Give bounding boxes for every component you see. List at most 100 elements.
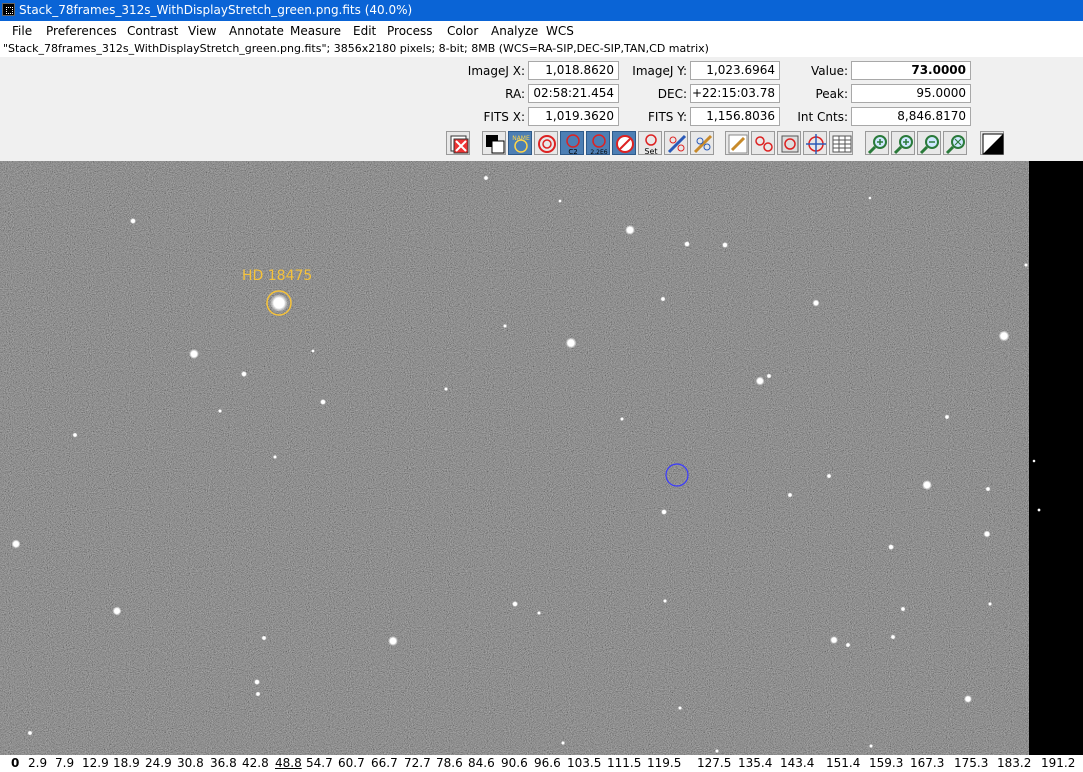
star-core <box>767 374 771 378</box>
multi-aperture-icon <box>755 136 773 152</box>
axis-tick: 54.7 <box>306 756 333 770</box>
edit-button[interactable] <box>725 131 749 155</box>
axis-tick: 159.3 <box>869 756 904 770</box>
edit-icon <box>728 134 748 154</box>
menu-preferences[interactable]: Preferences <box>45 21 118 41</box>
axis-tick: 42.8 <box>242 756 269 770</box>
multi-aperture-button[interactable] <box>751 131 775 155</box>
menu-color[interactable]: Color <box>446 21 479 41</box>
axis-tick: 135.4 <box>738 756 773 770</box>
star-core <box>757 378 763 384</box>
star-core <box>891 635 895 639</box>
app-icon <box>2 3 15 16</box>
star-core <box>255 680 259 684</box>
fits-x-label: FITS X: <box>483 110 525 124</box>
star-core <box>965 696 971 702</box>
menu-wcs[interactable]: WCS <box>545 21 575 41</box>
axis-tick: 175.3 <box>954 756 989 770</box>
zoom-in-button-2[interactable] <box>891 131 915 155</box>
value-label: Value: <box>811 64 848 78</box>
sky-noise <box>0 161 1029 755</box>
star-core <box>561 741 565 745</box>
star-core <box>218 409 222 413</box>
imagej-x-field: 1,018.8620 <box>528 61 619 80</box>
star-core <box>889 545 893 549</box>
svg-text:NAME: NAME <box>512 135 530 142</box>
axis-tick: 12.9 <box>82 756 109 770</box>
star-core <box>242 372 246 376</box>
star-core <box>273 455 277 459</box>
astrometry-button[interactable] <box>664 131 688 155</box>
clear-overlay-button[interactable] <box>446 131 470 155</box>
menu-annotate[interactable]: Annotate <box>228 21 285 41</box>
menu-analyze[interactable]: Analyze <box>490 21 539 41</box>
star-core <box>1000 332 1008 340</box>
zoom-fit-button[interactable] <box>943 131 967 155</box>
menu-view[interactable]: View <box>187 21 217 41</box>
fits-x-field: 1,019.3620 <box>528 107 619 126</box>
contrast-button[interactable] <box>980 131 1004 155</box>
star-core <box>273 297 285 309</box>
menu-edit[interactable]: Edit <box>352 21 377 41</box>
dec-field: +22:15:03.78 <box>690 84 780 103</box>
fits-y-label: FITS Y: <box>648 110 687 124</box>
radius-button[interactable]: 2.2E6 <box>586 131 610 156</box>
star-core <box>503 324 507 328</box>
menu-contrast[interactable]: Contrast <box>126 21 179 41</box>
ra-field: 02:58:21.454 <box>528 84 619 103</box>
star-core <box>444 387 448 391</box>
int-cnts-field: 8,846.8170 <box>851 107 971 126</box>
imagej-x-label: ImageJ X: <box>467 64 525 78</box>
image-canvas[interactable]: HD 18475 <box>0 161 1083 755</box>
set-aperture-icon: Set <box>644 134 658 156</box>
aperture-remove-button[interactable] <box>612 131 636 155</box>
axis-tick: 24.9 <box>145 756 172 770</box>
star-core <box>390 638 396 644</box>
peak-label: Peak: <box>815 87 848 101</box>
compare-icon <box>781 135 799 153</box>
zoom-out-button[interactable] <box>917 131 941 155</box>
imagej-y-field: 1,023.6964 <box>690 61 780 80</box>
aperture-ring-button[interactable] <box>534 131 558 155</box>
svg-text:2.2E6: 2.2E6 <box>590 149 607 156</box>
imagej-y-label: ImageJ Y: <box>632 64 687 78</box>
star-core <box>945 415 949 419</box>
star-core <box>661 297 665 301</box>
star-core <box>869 744 873 748</box>
target-button[interactable] <box>803 131 827 155</box>
measure-button[interactable] <box>690 131 714 155</box>
aperture-remove-icon <box>616 135 634 153</box>
star-core <box>191 351 197 357</box>
table-icon <box>832 135 852 153</box>
axis-tick: 90.6 <box>501 756 528 770</box>
centroid-button[interactable]: C2 <box>560 131 584 156</box>
fits-y-field: 1,156.8036 <box>690 107 780 126</box>
menu-measure[interactable]: Measure <box>289 21 342 41</box>
star-core <box>723 243 727 247</box>
zoom-in-button[interactable] <box>865 131 889 155</box>
star-core <box>715 749 719 753</box>
compare-button[interactable] <box>777 131 801 155</box>
star-core <box>311 349 315 353</box>
image-border <box>1029 161 1083 755</box>
star-core <box>1037 508 1041 512</box>
axis-tick: 96.6 <box>534 756 561 770</box>
axis-tick: 36.8 <box>210 756 237 770</box>
star-core <box>869 197 871 199</box>
table-button[interactable] <box>829 131 853 155</box>
name-button[interactable]: NAME <box>508 131 532 155</box>
menu-process[interactable]: Process <box>386 21 434 41</box>
axis-tick: 84.6 <box>468 756 495 770</box>
star-core <box>662 510 666 514</box>
axis-tick: 48.8 <box>275 756 302 770</box>
star-core <box>678 706 682 710</box>
star-core <box>558 199 562 203</box>
set-aperture-button[interactable]: Set <box>638 131 662 156</box>
axis-tick: 60.7 <box>338 756 365 770</box>
invert-button[interactable] <box>482 131 506 155</box>
star-core <box>321 400 325 404</box>
star-core <box>114 608 120 614</box>
zoom-out-icon <box>919 135 939 155</box>
menu-file[interactable]: File <box>11 21 33 41</box>
axis-tick: 183.2 <box>997 756 1032 770</box>
